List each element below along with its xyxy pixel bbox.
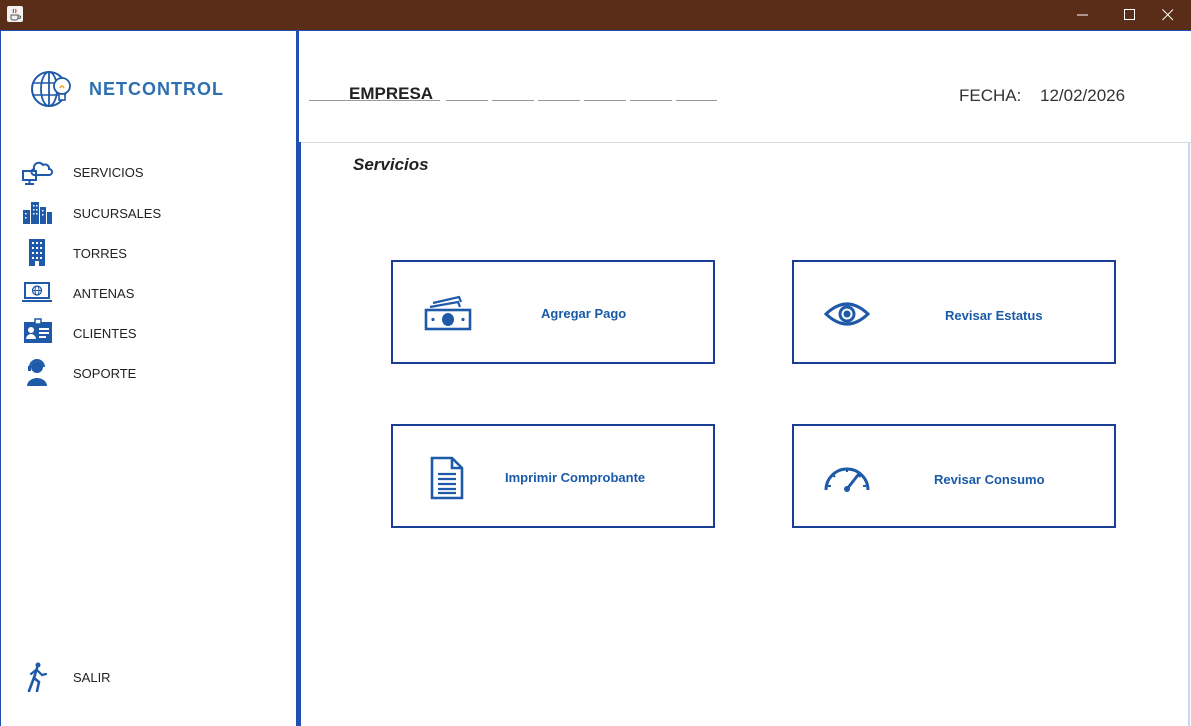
add-payment-label: Agregar Pago [541, 306, 627, 321]
walking-person-icon [27, 662, 48, 692]
sidebar-item-label: SALIR [73, 670, 111, 685]
company-underline [446, 100, 488, 101]
company-underline [584, 100, 626, 101]
city-buildings-icon [23, 202, 52, 224]
check-status-button[interactable]: Revisar Estatus [792, 260, 1116, 364]
print-receipt-label: Imprimir Comprobante [505, 470, 646, 485]
sidebar-item-label: CLIENTES [73, 326, 137, 341]
check-usage-button[interactable]: Revisar Consumo [792, 424, 1116, 528]
company-underline [309, 100, 440, 101]
sidebar-item-label: ANTENAS [73, 286, 135, 301]
window-title-bar[interactable] [0, 0, 1191, 30]
company-underline [676, 100, 717, 101]
sidebar-item-label: SERVICIOS [73, 165, 144, 180]
sidebar-item-label: SOPORTE [73, 366, 137, 381]
laptop-globe-icon [22, 282, 52, 302]
minimize-icon [1077, 14, 1088, 16]
cloud-computer-icon [22, 161, 53, 185]
globe-lightbulb-icon [31, 71, 71, 107]
add-payment-button[interactable]: Agregar Pago [391, 260, 715, 364]
company-underline [492, 100, 534, 101]
sidebar-item-torres[interactable]: TORRES [20, 238, 280, 270]
sidebar-item-salir[interactable]: SALIR [20, 662, 280, 694]
section-title: Servicios [353, 155, 429, 174]
sidebar-item-clientes[interactable]: CLIENTES [20, 318, 280, 350]
close-button[interactable] [1145, 0, 1191, 30]
company-underline [538, 100, 580, 101]
sidebar-item-sucursales[interactable]: SUCURSALES [20, 198, 280, 230]
sidebar-item-label: TORRES [73, 246, 127, 261]
sidebar-item-servicios[interactable]: SERVICIOS [20, 157, 280, 189]
sidebar-item-antenas[interactable]: ANTENAS [20, 278, 280, 310]
minimize-button[interactable] [1060, 0, 1106, 30]
sidebar-item-soporte[interactable]: SOPORTE [20, 358, 280, 390]
eye-icon [824, 302, 870, 326]
check-status-label: Revisar Estatus [945, 308, 1043, 323]
support-agent-icon [27, 359, 47, 386]
company-label: EMPRESA [349, 84, 434, 103]
maximize-icon [1124, 9, 1135, 20]
print-receipt-button[interactable]: Imprimir Comprobante [391, 424, 715, 528]
sidebar-item-label: SUCURSALES [73, 206, 162, 221]
panel-left-border [299, 142, 301, 726]
check-usage-label: Revisar Consumo [934, 472, 1045, 487]
close-icon [1162, 9, 1174, 21]
date-value: 12/02/2026 [1040, 86, 1126, 105]
brand-name: NETCONTROL [89, 79, 224, 99]
speedometer-icon [824, 467, 870, 492]
document-icon [430, 456, 464, 500]
company-underline [630, 100, 672, 101]
java-cup-icon [7, 6, 23, 22]
id-card-icon [24, 318, 52, 343]
panel-right-border [1188, 142, 1190, 726]
money-bills-icon [424, 295, 472, 331]
date-label: FECHA: [959, 86, 1022, 105]
tower-building-icon [29, 239, 45, 266]
